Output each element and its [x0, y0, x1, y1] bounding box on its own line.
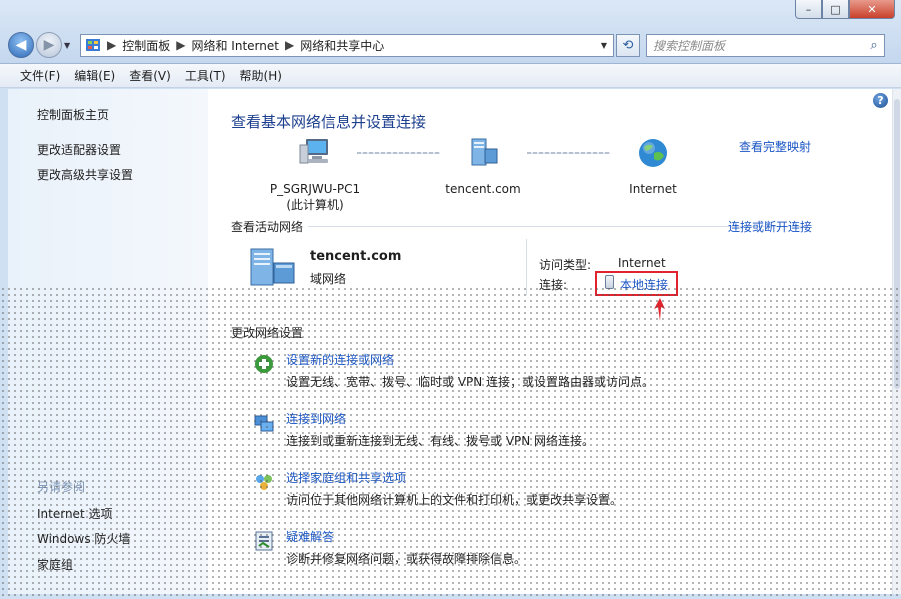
scrollbar-thumb[interactable]: [894, 99, 900, 389]
maximize-button[interactable]: □: [822, 0, 849, 19]
connect-disconnect-link[interactable]: 连接或断开连接: [728, 218, 812, 235]
page-title: 查看基本网络信息并设置连接: [231, 113, 427, 131]
troubleshoot-icon: [255, 531, 273, 551]
vertical-scrollbar[interactable]: [892, 89, 901, 594]
chevron-right-icon: ▶: [284, 38, 295, 52]
window-titlebar: – □ ✕ ◀ ▶ ▼ ▶ 控制面板 ▶ 网络和 Internet ▶ 网络和共…: [0, 0, 901, 64]
minimize-button[interactable]: –: [795, 0, 822, 19]
window-controls: – □ ✕: [795, 0, 895, 19]
domain-network-icon: [471, 138, 498, 166]
breadcrumb-network-sharing-center[interactable]: 网络和共享中心: [300, 37, 384, 54]
see-also-title: 另请参阅: [37, 480, 86, 494]
breadcrumb: ▶ 控制面板 ▶ 网络和 Internet ▶ 网络和共享中心: [101, 37, 384, 54]
forward-button[interactable]: ▶: [36, 32, 62, 58]
sidebar-advanced-sharing-link[interactable]: 更改高级共享设置: [37, 166, 133, 183]
menu-help[interactable]: 帮助(H): [240, 67, 282, 84]
globe-icon: [639, 139, 667, 167]
task-title[interactable]: 连接到网络: [286, 410, 346, 427]
control-panel-icon: [86, 39, 100, 51]
view-full-map-link[interactable]: 查看完整映射: [739, 138, 811, 155]
map-node-label: Internet: [629, 182, 677, 196]
sidebar-home-link[interactable]: 控制面板主页: [37, 106, 109, 123]
menu-edit[interactable]: 编辑(E): [74, 67, 115, 84]
search-icon[interactable]: ⌕: [864, 38, 884, 53]
search-input[interactable]: 搜索控制面板 ⌕: [646, 33, 885, 57]
sidebar-adapter-settings-link[interactable]: 更改适配器设置: [37, 141, 121, 158]
breadcrumb-control-panel[interactable]: 控制面板: [122, 37, 170, 54]
connection-label: 连接:: [539, 278, 568, 292]
access-type-label: 访问类型:: [539, 258, 592, 272]
task-title[interactable]: 疑难解答: [286, 528, 334, 545]
breadcrumb-network-internet[interactable]: 网络和 Internet: [191, 37, 278, 54]
see-also-firewall[interactable]: Windows 防火墙: [37, 530, 130, 547]
homegroup-icon: [256, 475, 272, 490]
address-dropdown-icon[interactable]: ▼: [595, 41, 613, 50]
menu-view[interactable]: 查看(V): [129, 67, 171, 84]
main-content: ? 查看基本网络信息并设置连接 查看完整映射 P_SGRJWU-PC1 (此计算…: [208, 89, 892, 594]
sidebar: 控制面板主页 更改适配器设置 更改高级共享设置 另请参阅 Internet 选项…: [8, 89, 208, 594]
network-adapter-icon: [605, 275, 614, 289]
network-type: 域网络: [310, 272, 347, 286]
menu-file[interactable]: 文件(F): [20, 67, 60, 84]
address-bar[interactable]: ▶ 控制面板 ▶ 网络和 Internet ▶ 网络和共享中心 ▼: [80, 33, 614, 57]
network-name: tencent.com: [310, 249, 402, 264]
task-description: 诊断并修复网络问题，或获得故障排除信息。: [286, 552, 527, 566]
change-settings-title: 更改网络设置: [231, 326, 304, 340]
chevron-right-icon: ▶: [176, 38, 186, 52]
new-connection-icon: [255, 355, 273, 373]
active-network: tencent.com 域网络: [248, 247, 401, 289]
map-connector-line: [527, 152, 610, 154]
domain-network-icon: [250, 248, 295, 286]
access-type-value: Internet: [618, 256, 666, 270]
map-node-label: tencent.com: [445, 182, 521, 196]
computer-icon: [299, 139, 328, 164]
annotation-arrow-icon: [654, 298, 665, 321]
chevron-right-icon: ▶: [107, 38, 117, 52]
task-description: 设置无线、宽带、拨号、临时或 VPN 连接；或设置路由器或访问点。: [286, 375, 655, 389]
vertical-divider: [526, 239, 527, 295]
local-connection-link[interactable]: 本地连接: [620, 276, 668, 293]
navigation-bar: ◀ ▶ ▼ ▶ 控制面板 ▶ 网络和 Internet ▶ 网络和共享中心 ▼ …: [8, 31, 893, 59]
map-node-label: P_SGRJWU-PC1: [269, 182, 361, 196]
task-title[interactable]: 设置新的连接或网络: [286, 351, 394, 368]
map-node-domain[interactable]: tencent.com: [438, 137, 528, 197]
active-networks-title: 查看活动网络: [231, 220, 304, 234]
menu-tools[interactable]: 工具(T): [185, 67, 226, 84]
task-description: 连接到或重新连接到无线、有线、拨号或 VPN 网络连接。: [286, 434, 595, 448]
map-node-computer[interactable]: P_SGRJWU-PC1 (此计算机): [265, 137, 365, 213]
search-placeholder: 搜索控制面板: [653, 38, 726, 53]
map-node-internet[interactable]: Internet: [608, 137, 698, 197]
refresh-button[interactable]: ⟲: [616, 33, 640, 57]
connect-network-icon: [254, 415, 274, 432]
task-title[interactable]: 选择家庭组和共享选项: [286, 469, 406, 486]
map-connector-line: [357, 152, 440, 154]
recent-pages-dropdown[interactable]: ▼: [64, 41, 76, 50]
see-also-homegroup[interactable]: 家庭组: [37, 556, 73, 573]
close-button[interactable]: ✕: [849, 0, 895, 19]
help-icon[interactable]: ?: [873, 93, 888, 108]
menu-bar: 文件(F) 编辑(E) 查看(V) 工具(T) 帮助(H): [0, 64, 901, 88]
see-also-internet-options[interactable]: Internet 选项: [37, 505, 112, 522]
back-button[interactable]: ◀: [8, 32, 34, 58]
map-node-sublabel: (此计算机): [286, 198, 344, 212]
task-description: 访问位于其他网络计算机上的文件和打印机，或更改共享设置。: [286, 493, 623, 507]
